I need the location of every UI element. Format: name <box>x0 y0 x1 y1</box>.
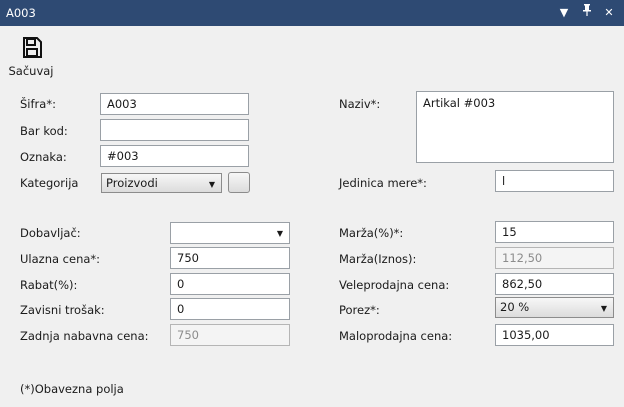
close-icon[interactable]: ✕ <box>601 4 617 21</box>
veleprodajna-cena-input[interactable]: 862,50 <box>495 273 614 295</box>
chevron-down-icon: ▼ <box>208 180 215 189</box>
marza-pct-input[interactable]: 15 <box>495 221 614 243</box>
window-menu-dropdown-icon[interactable]: ▼ <box>556 4 572 21</box>
oznaka-input[interactable]: #003 <box>100 145 249 167</box>
pin-icon[interactable] <box>579 4 595 21</box>
naziv-textarea[interactable]: Artikal #003 <box>416 91 614 163</box>
chevron-down-icon: ▼ <box>600 304 607 313</box>
title-bar: A003 ▼ ✕ <box>0 0 624 26</box>
sifra-label: Šifra*: <box>20 97 56 111</box>
oznaka-label: Oznaka: <box>20 150 67 164</box>
zavisni-trosak-input[interactable]: 0 <box>170 298 290 320</box>
zadnja-nabavna-cena-input: 750 <box>170 324 290 346</box>
chevron-down-icon: ▼ <box>276 229 283 238</box>
porez-select[interactable]: 20 % ▼ <box>495 297 614 318</box>
required-fields-note: (*)Obavezna polja <box>20 382 124 396</box>
maloprodajna-cena-label: Maloprodajna cena: <box>339 329 453 343</box>
barcode-input[interactable] <box>100 119 249 141</box>
window-title: A003 <box>6 6 36 20</box>
zadnja-nabavna-cena-label: Zadnja nabavna cena: <box>20 329 149 343</box>
kategorija-select[interactable]: Proizvodi ▼ <box>101 173 222 193</box>
veleprodajna-cena-label: Veleprodajna cena: <box>339 278 450 292</box>
save-button[interactable]: Sačuvaj <box>8 34 54 80</box>
barcode-label: Bar kod: <box>20 124 68 138</box>
marza-pct-label: Marža(%)*: <box>339 226 404 240</box>
floppy-disk-icon <box>23 37 42 58</box>
article-window: A003 ▼ ✕ Sačuvaj Šifra*: A003 Bar kod: O… <box>0 0 624 407</box>
porez-select-value: 20 % <box>500 300 530 314</box>
dobavljac-label: Dobavljač: <box>20 226 81 240</box>
ulazna-cena-label: Ulazna cena*: <box>20 252 101 266</box>
jedinica-mere-input[interactable]: l <box>495 170 614 192</box>
save-button-label: Sačuvaj <box>8 64 54 78</box>
toolbar: Sačuvaj <box>0 26 624 82</box>
kategorija-browse-button[interactable] <box>228 172 250 193</box>
ulazna-cena-input[interactable]: 750 <box>170 247 290 269</box>
rabat-input[interactable]: 0 <box>170 273 290 295</box>
kategorija-label: Kategorija <box>20 176 79 190</box>
kategorija-select-value: Proizvodi <box>106 176 158 190</box>
maloprodajna-cena-input[interactable]: 1035,00 <box>495 324 614 346</box>
rabat-label: Rabat(%): <box>20 278 78 292</box>
jedinica-mere-label: Jedinica mere*: <box>339 176 427 190</box>
marza-iznos-input: 112,50 <box>495 247 614 269</box>
marza-iznos-label: Marža(Iznos): <box>339 252 417 266</box>
porez-label: Porez*: <box>339 303 380 317</box>
sifra-input[interactable]: A003 <box>100 93 249 115</box>
zavisni-trosak-label: Zavisni trošak: <box>20 303 105 317</box>
naziv-label: Naziv*: <box>339 97 381 111</box>
dobavljac-select[interactable]: ▼ <box>170 222 290 244</box>
